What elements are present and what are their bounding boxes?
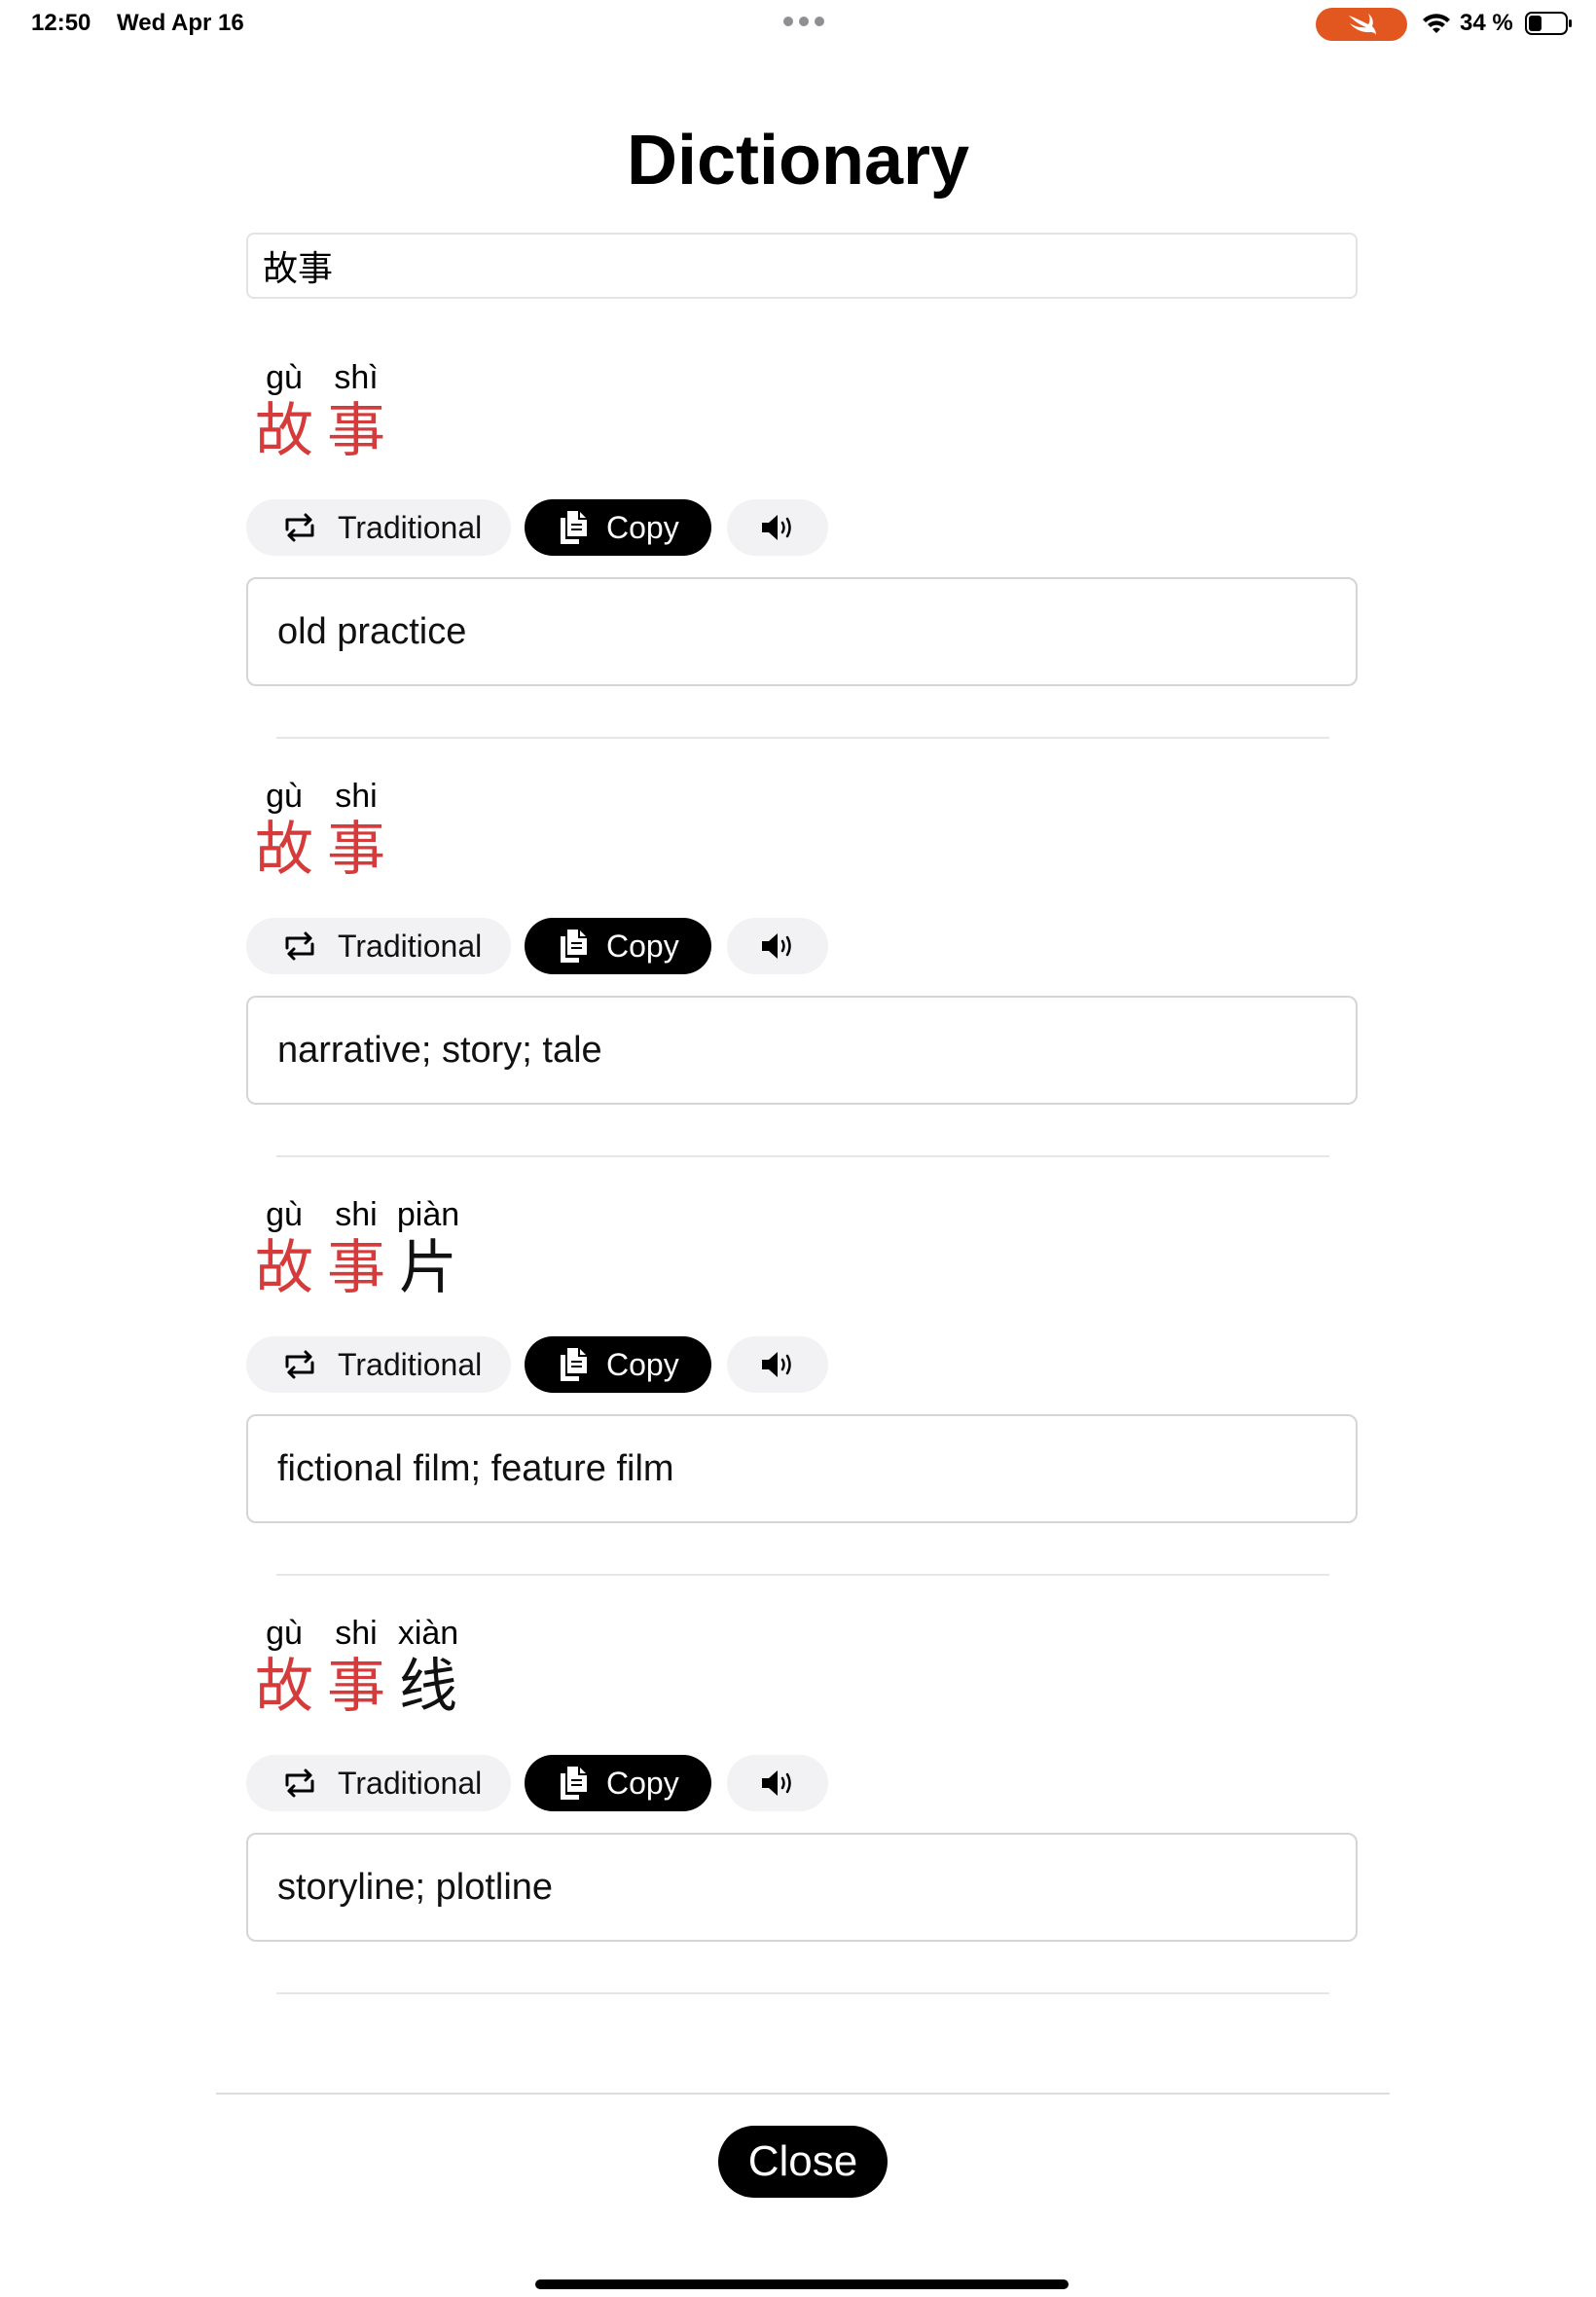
copy-label: Copy <box>606 1765 679 1801</box>
hanzi-character: 事 <box>327 1653 385 1721</box>
copy-icon <box>561 1348 587 1381</box>
hanzi-character: 事 <box>327 1234 385 1302</box>
hanzi-row: 故 事 线 <box>248 1648 464 1726</box>
speaker-icon <box>762 515 791 540</box>
wifi-icon <box>1423 14 1450 33</box>
speaker-icon <box>762 1770 791 1796</box>
traditional-button[interactable]: Traditional <box>246 918 511 974</box>
copy-label: Copy <box>606 1346 679 1382</box>
dictionary-entry: gù shi xiàn 故 事 线 Traditional Copy story… <box>0 1609 1596 2018</box>
hanzi-character: 事 <box>327 397 385 465</box>
definition-box: storyline; plotline <box>246 1833 1358 1942</box>
traditional-button[interactable]: Traditional <box>246 1755 511 1811</box>
hanzi-character: 故 <box>255 816 313 884</box>
speaker-icon <box>762 1352 791 1377</box>
speak-button[interactable] <box>727 499 828 556</box>
convert-icon <box>285 1350 314 1379</box>
hanzi-character: 故 <box>255 397 313 465</box>
copy-icon <box>561 930 587 963</box>
page-title: Dictionary <box>626 122 970 200</box>
hanzi-character: 事 <box>327 816 385 884</box>
dictionary-entry: gù shì 故 事 Traditional Copy old practice <box>0 353 1596 762</box>
hanzi-row: 故 事 <box>248 811 392 889</box>
copy-icon <box>561 511 587 544</box>
divider <box>276 1155 1329 1157</box>
copy-button[interactable]: Copy <box>525 918 711 974</box>
copy-label: Copy <box>606 509 679 545</box>
convert-icon <box>285 1768 314 1798</box>
hanzi-character: 片 <box>399 1234 457 1302</box>
copy-label: Copy <box>606 928 679 964</box>
hanzi-character: 故 <box>255 1234 313 1302</box>
bottom-divider <box>216 2093 1390 2095</box>
status-time: 12:50 <box>31 10 91 36</box>
close-button[interactable]: Close <box>718 2126 888 2198</box>
copy-button[interactable]: Copy <box>525 499 711 556</box>
dictionary-entry: gù shi piàn 故 事 片 Traditional Copy ficti… <box>0 1190 1596 1599</box>
divider <box>276 1574 1329 1576</box>
speak-button[interactable] <box>727 1755 828 1811</box>
hanzi-character: 线 <box>399 1653 457 1721</box>
copy-button[interactable]: Copy <box>525 1755 711 1811</box>
status-date: Wed Apr 16 <box>117 10 244 36</box>
definition-box: fictional film; feature film <box>246 1414 1358 1523</box>
traditional-button[interactable]: Traditional <box>246 499 511 556</box>
divider <box>276 737 1329 739</box>
convert-icon <box>285 513 314 542</box>
home-indicator[interactable] <box>535 2279 1069 2289</box>
definition-box: narrative; story; tale <box>246 996 1358 1105</box>
copy-icon <box>561 1767 587 1800</box>
traditional-label: Traditional <box>338 509 483 545</box>
dictionary-entry: gù shi 故 事 Traditional Copy narrative; s… <box>0 772 1596 1181</box>
hanzi-character: 故 <box>255 1653 313 1721</box>
definition-box: old practice <box>246 577 1358 686</box>
traditional-label: Traditional <box>338 1765 483 1801</box>
speaker-icon <box>762 933 791 959</box>
hanzi-row: 故 事 <box>248 392 392 470</box>
speak-button[interactable] <box>727 1336 828 1393</box>
traditional-label: Traditional <box>338 928 483 964</box>
battery-icon <box>1525 12 1572 35</box>
divider <box>276 1992 1329 1994</box>
copy-button[interactable]: Copy <box>525 1336 711 1393</box>
traditional-button[interactable]: Traditional <box>246 1336 511 1393</box>
hanzi-row: 故 事 片 <box>248 1229 464 1307</box>
convert-icon <box>285 931 314 961</box>
traditional-label: Traditional <box>338 1346 483 1382</box>
battery-percentage: 34 % <box>1460 10 1513 36</box>
search-input[interactable] <box>246 233 1358 299</box>
multitasking-dots-icon[interactable] <box>783 17 824 26</box>
status-bar: 12:50 Wed Apr 16 34 % <box>0 0 1596 47</box>
speak-button[interactable] <box>727 918 828 974</box>
swift-playgrounds-icon[interactable] <box>1316 8 1407 41</box>
